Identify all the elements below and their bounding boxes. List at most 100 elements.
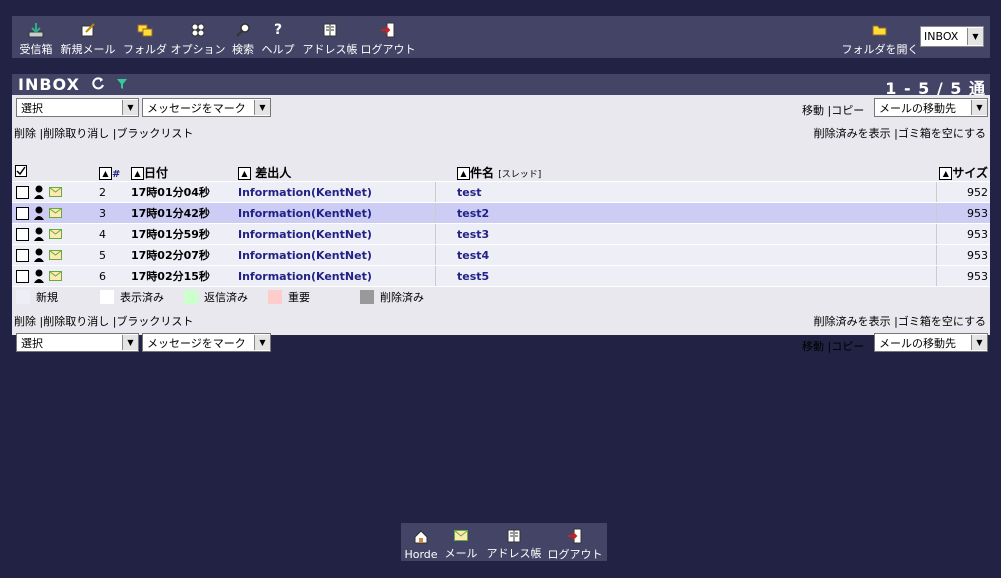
table-row[interactable]: 6 17時02分15秒 Information(KentNet) test5 9… (12, 265, 990, 287)
select-dropdown-bottom[interactable]: 選択 ▼ (16, 333, 139, 352)
table-row[interactable]: 2 17時01分04秒 Information(KentNet) test 95… (12, 181, 990, 203)
envelope-icon (48, 185, 62, 198)
envelope-icon (48, 269, 62, 282)
col-size[interactable]: サイズ (952, 166, 988, 180)
legend-swatch (360, 290, 374, 304)
select-all-checkbox[interactable] (12, 164, 33, 182)
row-checkbox[interactable] (16, 227, 29, 241)
move-target-dropdown-bottom[interactable]: メールの移動先 ▼ (874, 333, 988, 352)
folders-icon (137, 21, 153, 39)
empty-trash-link-bottom[interactable]: ゴミ箱を空にする (898, 315, 986, 328)
message-num: 6 (99, 265, 131, 287)
message-date: 17時02分07秒 (131, 244, 238, 266)
message-from[interactable]: Information(KentNet) (238, 223, 435, 245)
message-from[interactable]: Information(KentNet) (238, 181, 435, 203)
envelope-icon (48, 227, 62, 240)
message-subject[interactable]: test4 (457, 244, 936, 266)
user-icon (33, 185, 45, 199)
sort-arrow-icon[interactable]: ▲ (939, 167, 953, 180)
mailbox-panel: INBOX 1 - 5 / 5 通 選択 ▼ メッセージをマーク ▼ 移動 |コ… (12, 74, 990, 353)
nav-logout[interactable]: ログアウト (547, 523, 603, 561)
search-icon (235, 21, 251, 39)
chevron-down-icon: ▼ (971, 100, 987, 115)
open-folder-button[interactable]: フォルダを開く (842, 16, 919, 58)
user-icon (33, 206, 45, 220)
folder-select[interactable]: INBOX ▼ (920, 26, 984, 47)
blacklist-link-top[interactable]: ブラックリスト (116, 127, 193, 140)
toolbar-options-button[interactable]: オプション (171, 16, 226, 58)
sort-arrow-icon[interactable]: ▲ (238, 167, 251, 180)
options-icon (190, 21, 206, 39)
message-from[interactable]: Information(KentNet) (238, 202, 435, 224)
chevron-down-icon: ▼ (254, 100, 270, 115)
logout-icon (567, 528, 583, 544)
message-from[interactable]: Information(KentNet) (238, 244, 435, 266)
toolbar-compose-button[interactable]: 新規メール (58, 16, 118, 58)
message-num: 5 (99, 244, 131, 266)
message-subject[interactable]: test5 (457, 265, 936, 287)
toolbar-folders-button[interactable]: フォルダ (122, 16, 168, 58)
select-dropdown-top[interactable]: 選択 ▼ (16, 98, 139, 117)
delete-link-top[interactable]: 削除 (14, 127, 36, 140)
user-icon (33, 227, 45, 241)
thread-link[interactable]: [スレッド] (498, 170, 541, 180)
show-deleted-link-bottom[interactable]: 削除済みを表示 (814, 315, 891, 328)
help-icon: ? (273, 22, 283, 38)
user-icon (33, 269, 45, 283)
empty-trash-link-top[interactable]: ゴミ箱を空にする (898, 127, 986, 140)
message-date: 17時01分04秒 (131, 181, 238, 203)
mark-message-dropdown-bottom[interactable]: メッセージをマーク ▼ (142, 333, 271, 352)
col-subject[interactable]: 件名 (470, 166, 494, 180)
legend-swatch (184, 290, 198, 304)
row-checkbox[interactable] (16, 269, 29, 283)
undelete-link-top[interactable]: 削除取り消し (43, 127, 109, 140)
toolbar-help-button[interactable]: ? ヘルプ (260, 16, 296, 58)
toolbar-inbox-button[interactable]: 受信箱 (16, 16, 56, 58)
message-subject[interactable]: test2 (457, 202, 936, 224)
message-subject[interactable]: test (457, 181, 936, 203)
move-link-top[interactable]: 移動 (802, 104, 824, 117)
message-date: 17時01分42秒 (131, 202, 238, 224)
mark-message-dropdown-top[interactable]: メッセージをマーク ▼ (142, 98, 271, 117)
addressbook-icon (322, 21, 338, 39)
table-row[interactable]: 5 17時02分07秒 Information(KentNet) test4 9… (12, 244, 990, 266)
toolbar-search-button[interactable]: 検索 (228, 16, 258, 58)
copy-link-top[interactable]: コピー (831, 104, 864, 117)
undelete-link-bottom[interactable]: 削除取り消し (43, 315, 109, 328)
nav-addressbook[interactable]: アドレス帳 (485, 523, 543, 561)
filter-icon[interactable] (116, 78, 128, 93)
table-row[interactable]: 4 17時01分59秒 Information(KentNet) test3 9… (12, 223, 990, 245)
show-deleted-link-top[interactable]: 削除済みを表示 (814, 127, 891, 140)
move-target-dropdown-top[interactable]: メールの移動先 ▼ (874, 98, 988, 117)
nav-mail[interactable]: メール (443, 523, 479, 561)
legend-item: 新規 (16, 289, 58, 305)
message-subject[interactable]: test3 (457, 223, 936, 245)
legend-item: 重要 (268, 289, 310, 305)
row-checkbox[interactable] (16, 248, 29, 262)
compose-icon (80, 21, 96, 39)
sort-arrow-icon[interactable]: ▲ (99, 166, 112, 180)
blacklist-link-bottom[interactable]: ブラックリスト (116, 315, 193, 328)
chevron-down-icon: ▼ (971, 335, 987, 350)
col-num[interactable]: # (112, 169, 120, 180)
move-link-bottom[interactable]: 移動 (802, 340, 824, 353)
delete-link-bottom[interactable]: 削除 (14, 315, 36, 328)
message-from[interactable]: Information(KentNet) (238, 265, 435, 287)
message-size: 952 (935, 181, 990, 203)
copy-link-bottom[interactable]: コピー (831, 340, 864, 353)
sort-arrow-icon[interactable]: ▲ (457, 167, 470, 180)
sort-arrow-icon[interactable]: ▲ (131, 167, 144, 180)
toolbar-addressbook-button[interactable]: アドレス帳 (300, 16, 360, 58)
row-checkbox[interactable] (16, 206, 29, 220)
legend-swatch (16, 290, 30, 304)
mailbox-body: 選択 ▼ メッセージをマーク ▼ 移動 |コピー メールの移動先 ▼ 削除 |削… (12, 95, 990, 353)
legend-swatch (268, 290, 282, 304)
refresh-icon[interactable] (92, 77, 105, 93)
col-from[interactable]: 差出人 (255, 166, 291, 180)
table-row[interactable]: 3 17時01分42秒 Information(KentNet) test2 9… (12, 202, 990, 224)
toolbar-logout-button[interactable]: ログアウト (361, 16, 416, 58)
col-date[interactable]: 日付 (144, 166, 168, 180)
nav-horde[interactable]: Horde (403, 523, 439, 561)
message-size: 953 (935, 202, 990, 224)
row-checkbox[interactable] (16, 185, 29, 199)
